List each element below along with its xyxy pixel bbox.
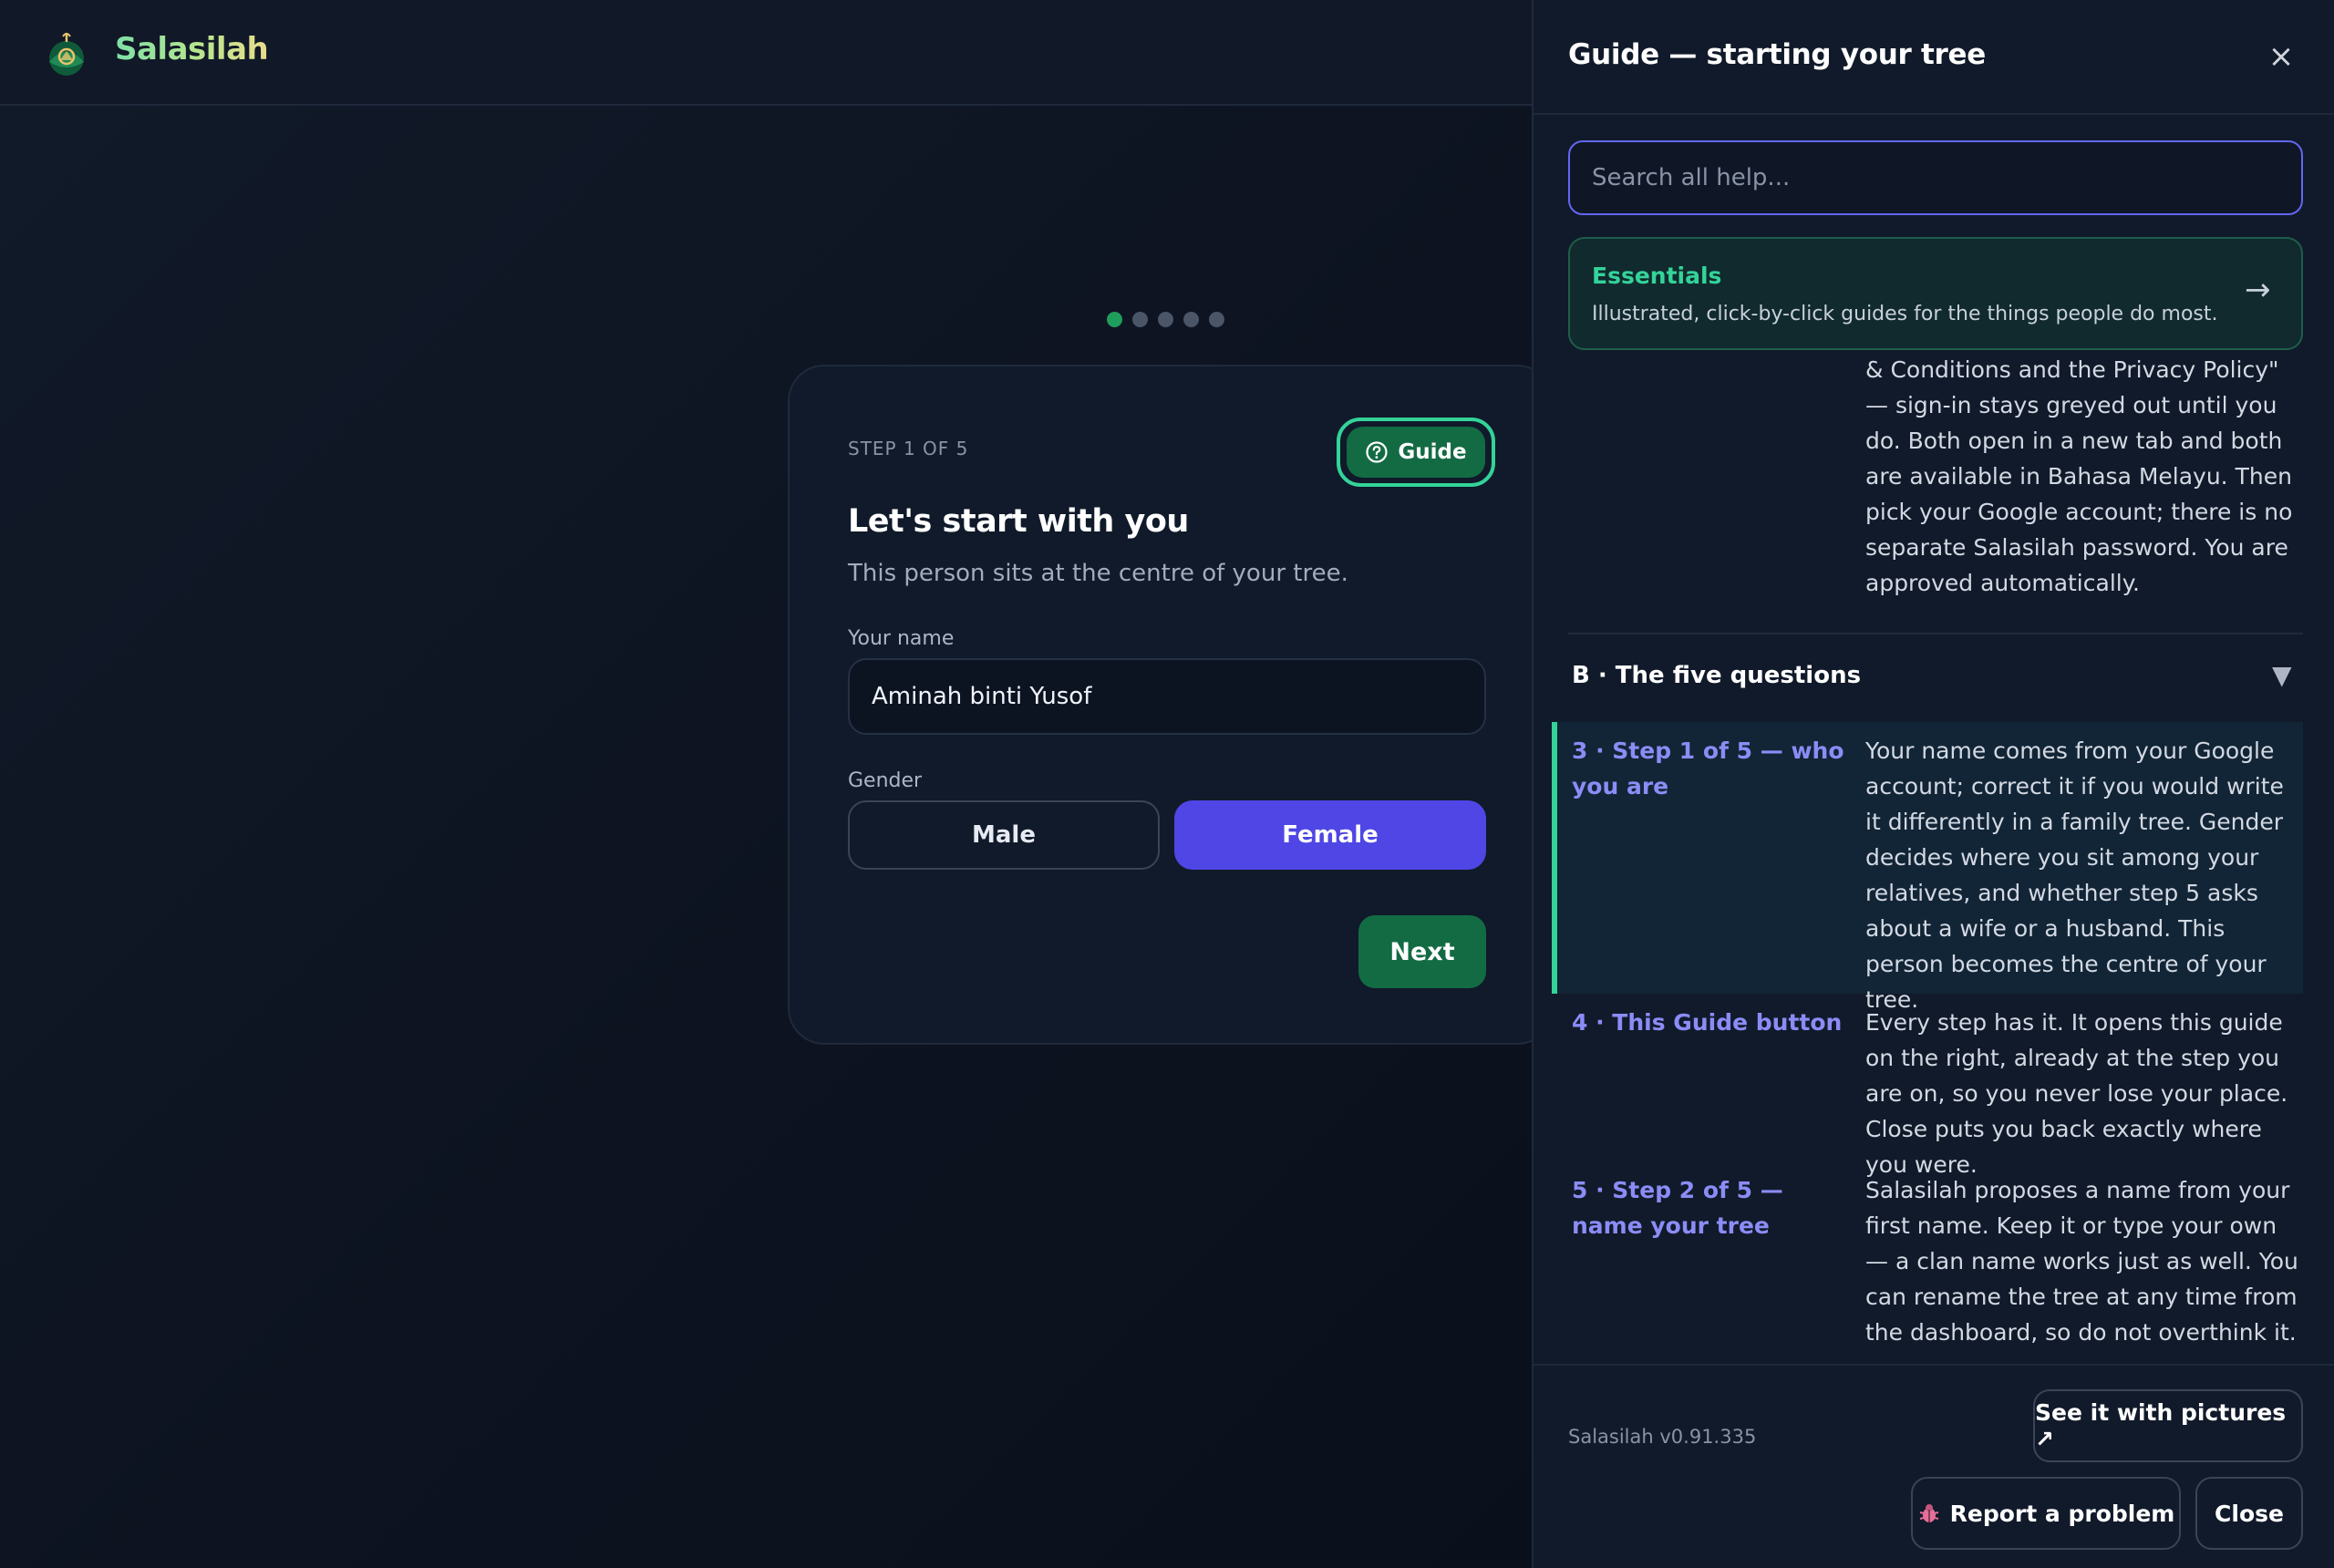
version-label: Salasilah v0.91.335 — [1568, 1426, 1757, 1448]
next-button[interactable]: Next — [1358, 915, 1486, 988]
see-with-pictures-button[interactable]: See it with pictures ↗ — [2033, 1389, 2303, 1462]
close-icon[interactable]: × — [2263, 38, 2299, 75]
essentials-card[interactable]: Essentials Illustrated, click-by-click g… — [1568, 237, 2303, 350]
help-item-answer: Your name comes from your Google account… — [1865, 738, 2284, 1013]
previous-item-answer-continued: & Conditions and the Privacy Policy" — s… — [1865, 356, 2293, 596]
guide-button[interactable]: Guide — [1337, 418, 1495, 487]
progress-dot-5 — [1209, 312, 1224, 327]
help-item-guide-button[interactable]: 4 · This Guide button Every step has it.… — [1552, 994, 2303, 1178]
help-item-answer: Every step has it. It opens this guide o… — [1865, 1009, 2288, 1178]
card-title: Let's start with you — [848, 503, 1189, 540]
progress-dot-3 — [1158, 312, 1173, 327]
guide-button-inner[interactable]: Guide — [1347, 427, 1485, 478]
essentials-title: Essentials — [1592, 263, 1722, 289]
name-input[interactable] — [848, 658, 1486, 735]
gender-male-button[interactable]: Male — [848, 800, 1160, 870]
guide-panel-footer: Salasilah v0.91.335 See it with pictures… — [1534, 1364, 2334, 1568]
top-bar: Salasilah — [0, 0, 1532, 106]
card-subtitle: This person sits at the centre of your t… — [848, 560, 1348, 587]
guide-button-label: Guide — [1398, 440, 1467, 464]
help-item-question[interactable]: 4 · This Guide button — [1572, 1005, 1845, 1040]
help-item-step-1[interactable]: 3 · Step 1 of 5 — who you are Your name … — [1552, 722, 2303, 1013]
guide-panel: Guide — starting your tree × Essentials … — [1532, 0, 2334, 1568]
main-area: STEP 1 OF 5 Guide Let's start with you T… — [0, 106, 1554, 1568]
progress-dot-4 — [1183, 312, 1199, 327]
help-search-input[interactable] — [1568, 140, 2303, 215]
help-item-answer: Salasilah proposes a name from your firs… — [1865, 1177, 2298, 1346]
help-scroll-area[interactable]: & Conditions and the Privacy Policy" — s… — [1534, 352, 2334, 1364]
help-circle-icon — [1366, 441, 1388, 463]
guide-panel-title: Guide — starting your tree — [1568, 38, 1986, 71]
bug-icon — [1919, 1504, 1938, 1522]
help-item-question[interactable]: 5 · Step 2 of 5 — name your tree — [1572, 1172, 1845, 1243]
brand-name[interactable]: Salasilah — [115, 31, 269, 67]
progress-dot-1 — [1107, 312, 1122, 327]
report-problem-label: Report a problem — [1949, 1500, 2175, 1527]
help-item-step-2[interactable]: 5 · Step 2 of 5 — name your tree Salasil… — [1552, 1161, 2303, 1364]
gender-label: Gender — [848, 769, 923, 792]
name-label: Your name — [848, 627, 955, 650]
close-button[interactable]: Close — [2195, 1477, 2303, 1550]
help-item-question[interactable]: 3 · Step 1 of 5 — who you are — [1572, 733, 1845, 804]
arrow-right-icon: → — [2245, 272, 2271, 308]
salasilah-logo-icon — [49, 33, 84, 76]
section-divider — [1568, 633, 2303, 634]
progress-dot-2 — [1132, 312, 1148, 327]
step-label: STEP 1 OF 5 — [848, 438, 969, 459]
section-title[interactable]: B · The five questions — [1572, 662, 1861, 689]
wizard-card: STEP 1 OF 5 Guide Let's start with you T… — [788, 365, 1554, 1045]
report-problem-button[interactable]: Report a problem — [1911, 1477, 2181, 1550]
gender-female-button[interactable]: Female — [1174, 800, 1486, 870]
essentials-description: Illustrated, click-by-click guides for t… — [1592, 303, 2218, 325]
step-progress-dots — [1107, 312, 1224, 327]
guide-panel-header: Guide — starting your tree × — [1534, 0, 2334, 115]
chevron-down-icon[interactable]: ▼ — [2272, 660, 2292, 690]
